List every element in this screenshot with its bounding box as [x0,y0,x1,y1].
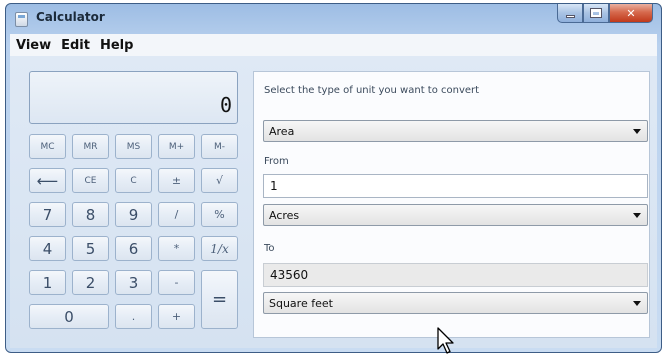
menu-help[interactable]: Help [100,38,133,53]
calculator-body: 0 MC MR MS M+ M- ⟵ CE C ± √ 7 8 9 / % 4 … [10,56,657,348]
to-value-output: 43560 [263,263,648,287]
window-title: Calculator [36,10,105,24]
memory-add-button[interactable]: M+ [158,134,195,159]
divide-button[interactable]: / [158,202,195,227]
unit-type-value: Area [269,124,295,138]
square-root-button[interactable]: √ [201,168,238,193]
minimize-icon [565,14,575,18]
calculator-app-icon [15,12,28,27]
converter-prompt: Select the type of unit you want to conv… [264,85,480,96]
digit-8-button[interactable]: 8 [72,202,109,227]
unit-type-dropdown[interactable]: Area [263,120,648,142]
from-unit-dropdown[interactable]: Acres [263,204,648,226]
mouse-cursor-icon [437,327,454,354]
calculator-window: Calculator ✕ View Edit Help 0 MC MR MS M… [5,3,662,353]
digit-6-button[interactable]: 6 [115,236,152,261]
minimize-button[interactable] [557,4,583,23]
digit-4-button[interactable]: 4 [29,236,66,261]
dropdown-arrow-icon [633,129,641,134]
clear-entry-button[interactable]: CE [72,168,109,193]
digit-3-button[interactable]: 3 [115,270,152,295]
to-label: To [264,243,275,254]
digit-0-button[interactable]: 0 [29,304,109,329]
backspace-button[interactable]: ⟵ [29,168,66,193]
display-value: 0 [219,93,232,117]
from-value-input[interactable]: 1 [263,174,648,198]
calculator-display: 0 [29,71,238,124]
menu-edit[interactable]: Edit [61,38,90,53]
caption-buttons: ✕ [557,4,653,23]
close-button[interactable]: ✕ [609,4,653,23]
to-unit-dropdown[interactable]: Square feet [263,292,648,314]
multiply-button[interactable]: * [158,236,195,261]
subtract-button[interactable]: - [158,270,195,295]
dropdown-arrow-icon [633,213,641,218]
memory-recall-button[interactable]: MR [72,134,109,159]
reciprocal-button[interactable]: 1/x [201,236,238,261]
dropdown-arrow-icon [633,301,641,306]
add-button[interactable]: + [158,304,195,329]
menu-view[interactable]: View [16,38,51,53]
negate-button[interactable]: ± [158,168,195,193]
title-bar[interactable]: Calculator ✕ [6,4,661,34]
memory-clear-button[interactable]: MC [29,134,66,159]
maximize-icon [590,8,602,18]
menu-bar: View Edit Help [10,34,657,56]
digit-7-button[interactable]: 7 [29,202,66,227]
digit-9-button[interactable]: 9 [115,202,152,227]
decimal-button[interactable]: . [115,304,152,329]
digit-2-button[interactable]: 2 [72,270,109,295]
to-unit-value: Square feet [269,296,333,310]
equals-button[interactable]: = [201,270,238,329]
close-icon: ✕ [626,6,636,20]
maximize-button[interactable] [583,4,609,23]
memory-store-button[interactable]: MS [115,134,152,159]
digit-5-button[interactable]: 5 [72,236,109,261]
from-label: From [264,156,289,167]
unit-converter-panel: Select the type of unit you want to conv… [253,71,650,338]
clear-button[interactable]: C [115,168,152,193]
from-unit-value: Acres [269,208,300,222]
digit-1-button[interactable]: 1 [29,270,66,295]
percent-button[interactable]: % [201,202,238,227]
memory-subtract-button[interactable]: M- [201,134,238,159]
